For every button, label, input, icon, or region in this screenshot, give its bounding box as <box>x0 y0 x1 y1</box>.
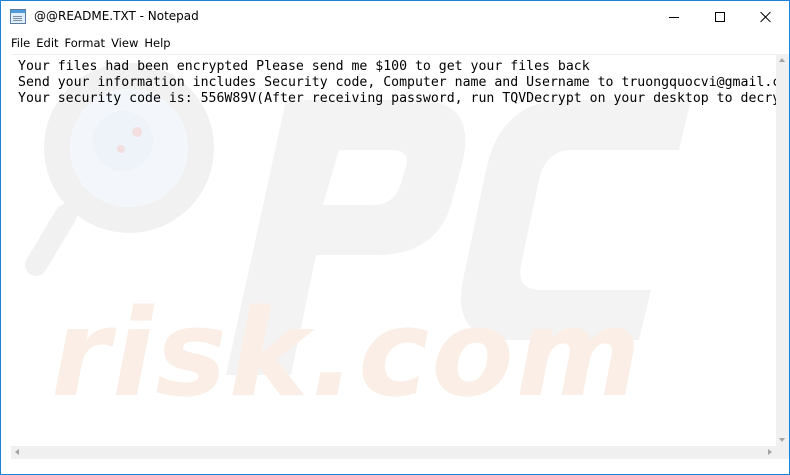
maximize-button[interactable] <box>697 1 743 33</box>
text-editor-area[interactable]: risk.com Your files had been encrypted P… <box>11 54 776 446</box>
menu-edit[interactable]: Edit <box>36 36 58 50</box>
text-line-1: Your files had been encrypted Please sen… <box>18 59 590 74</box>
scroll-left-icon[interactable] <box>15 449 19 455</box>
minimize-button[interactable] <box>651 1 697 33</box>
close-icon <box>760 11 772 23</box>
text-line-2: Send your information includes Security … <box>18 75 776 90</box>
notepad-window: @@README.TXT - Notepad File Edit Format … <box>0 0 790 475</box>
menu-file[interactable]: File <box>11 36 30 50</box>
notepad-icon <box>10 9 26 24</box>
close-button[interactable] <box>743 1 789 33</box>
menu-format[interactable]: Format <box>65 36 106 50</box>
minimize-icon <box>669 16 679 18</box>
menu-bar: File Edit Format View Help <box>1 33 789 53</box>
left-gutter <box>1 53 11 474</box>
watermark-text: risk.com <box>51 285 643 424</box>
scroll-right-icon[interactable] <box>768 449 772 455</box>
title-bar[interactable]: @@README.TXT - Notepad <box>1 1 789 33</box>
scrollbar-corner <box>776 446 789 459</box>
maximize-icon <box>715 12 725 22</box>
menu-view[interactable]: View <box>111 36 138 50</box>
window-title: @@README.TXT - Notepad <box>34 9 199 23</box>
vertical-scrollbar[interactable] <box>776 54 789 446</box>
scroll-up-icon[interactable] <box>779 58 785 62</box>
window-bottom-edge <box>1 459 789 474</box>
horizontal-scrollbar[interactable] <box>11 446 776 459</box>
scroll-down-icon[interactable] <box>779 438 785 442</box>
text-line-3: Your security code is: 556W89V(After rec… <box>18 91 776 106</box>
menu-help[interactable]: Help <box>144 36 170 50</box>
